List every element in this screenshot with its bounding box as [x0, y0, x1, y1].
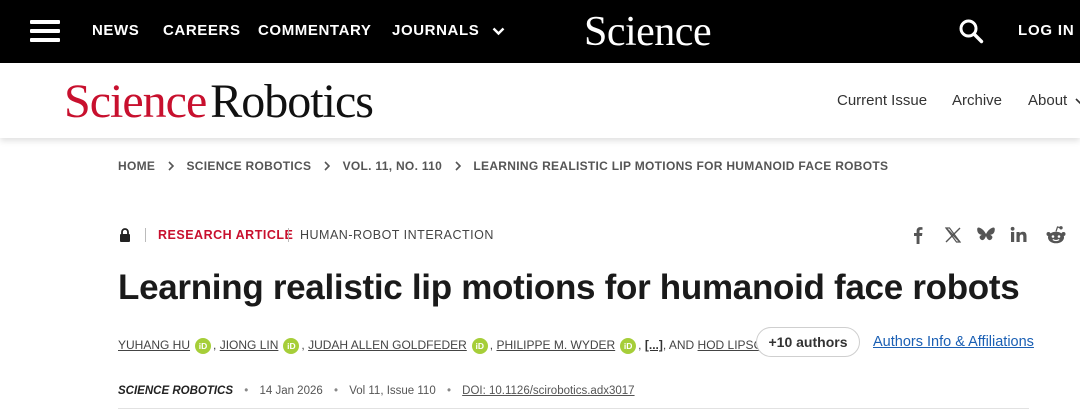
- nav-about[interactable]: About: [1028, 92, 1080, 109]
- login-link[interactable]: LOG IN: [1018, 22, 1074, 39]
- author-link[interactable]: JUDAH ALLEN GOLDFEDER: [308, 338, 467, 352]
- author-separator: ,: [301, 338, 305, 352]
- author-list: YUHANG HU iD, JIONG LIN iD, JUDAH ALLEN GO…: [118, 335, 795, 355]
- reddit-icon[interactable]: [1045, 225, 1066, 245]
- nav-news[interactable]: NEWS: [92, 22, 139, 39]
- global-top-bar: NEWS CAREERS COMMENTARY JOURNALS Science…: [0, 0, 1080, 63]
- citation-separator: •: [333, 385, 338, 397]
- citation-volume: Vol 11, Issue 110: [349, 385, 436, 397]
- citation-journal: SCIENCE ROBOTICS: [118, 385, 234, 397]
- orcid-icon[interactable]: iD: [283, 337, 300, 354]
- breadcrumb-home[interactable]: HOME: [118, 159, 155, 173]
- divider: [288, 228, 289, 242]
- citation-date: 14 Jan 2026: [259, 385, 323, 397]
- nav-commentary[interactable]: COMMENTARY: [258, 22, 372, 39]
- nav-archive[interactable]: Archive: [952, 92, 1002, 109]
- chevron-right-icon: [168, 161, 174, 171]
- breadcrumb-issue[interactable]: VOL. 11, NO. 110: [343, 159, 443, 173]
- article-title: Learning realistic lip motions for human…: [118, 268, 1020, 307]
- nav-journals[interactable]: JOURNALS: [392, 22, 505, 39]
- bluesky-icon[interactable]: [976, 225, 996, 245]
- article-type[interactable]: RESEARCH ARTICLE: [158, 228, 293, 242]
- breadcrumb: HOME SCIENCE ROBOTICS VOL. 11, NO. 110 L…: [118, 158, 888, 173]
- chevron-down-icon: [492, 27, 505, 35]
- more-authors-button[interactable]: +10 authors: [756, 327, 860, 357]
- nav-about-label: About: [1028, 92, 1068, 109]
- doi-link[interactable]: DOI: 10.1126/scirobotics.adx3017: [462, 385, 634, 397]
- menu-icon[interactable]: [30, 20, 60, 42]
- divider: [118, 408, 1029, 409]
- author-link[interactable]: PHILIPPE M. WYDER: [496, 338, 615, 352]
- nav-journals-label: JOURNALS: [392, 22, 480, 39]
- science-robotics-logo[interactable]: ScienceRobotics: [64, 75, 374, 128]
- author-and: , AND: [662, 338, 695, 352]
- facebook-icon[interactable]: [908, 225, 928, 245]
- search-icon[interactable]: [958, 18, 984, 44]
- nav-current-issue[interactable]: Current Issue: [837, 92, 927, 109]
- orcid-icon[interactable]: iD: [195, 337, 212, 354]
- chevron-right-icon: [324, 161, 330, 171]
- logo-science-part: Science: [64, 75, 207, 128]
- citation-separator: •: [446, 385, 451, 397]
- linkedin-icon[interactable]: [1009, 225, 1029, 245]
- author-separator: ,: [213, 338, 217, 352]
- author-separator: ,: [489, 338, 494, 352]
- citation-separator: •: [244, 385, 249, 397]
- logo-robotics-part: Robotics: [210, 75, 374, 128]
- affiliations-link[interactable]: Authors Info & Affiliations: [873, 334, 1034, 350]
- orcid-icon[interactable]: iD: [471, 337, 488, 354]
- chevron-down-icon: [1075, 97, 1080, 104]
- lock-icon: [120, 228, 130, 242]
- chevron-right-icon: [455, 161, 461, 171]
- article-topic[interactable]: HUMAN-ROBOT INTERACTION: [300, 228, 494, 242]
- expand-authors-ellipsis[interactable]: [...]: [645, 338, 663, 352]
- author-link[interactable]: JIONG LIN: [220, 338, 279, 352]
- author-link[interactable]: YUHANG HU: [118, 338, 190, 352]
- orcid-icon[interactable]: iD: [620, 337, 637, 354]
- science-logo[interactable]: Science: [584, 10, 712, 54]
- journal-header: ScienceRobotics Current Issue Archive Ab…: [0, 63, 1080, 138]
- x-icon[interactable]: [943, 225, 963, 245]
- breadcrumb-journal[interactable]: SCIENCE ROBOTICS: [186, 159, 311, 173]
- citation-line: SCIENCE ROBOTICS • 14 Jan 2026 • Vol 11,…: [118, 385, 635, 397]
- divider: [145, 228, 146, 242]
- author-separator: ,: [638, 338, 642, 352]
- nav-careers[interactable]: CAREERS: [163, 22, 241, 39]
- breadcrumb-current: LEARNING REALISTIC LIP MOTIONS FOR HUMAN…: [473, 158, 889, 173]
